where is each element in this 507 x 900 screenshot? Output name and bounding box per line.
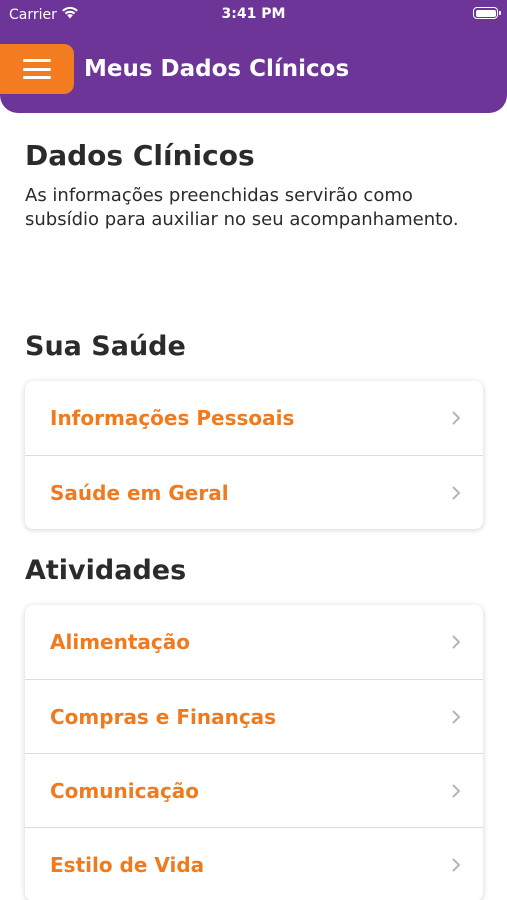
list-item-informacoes-pessoais[interactable]: Informações Pessoais xyxy=(25,381,483,455)
list-item-label: Saúde em Geral xyxy=(50,480,229,505)
list-item-alimentacao[interactable]: Alimentação xyxy=(25,605,483,679)
app-header: Meus Dados Clínicos xyxy=(0,30,507,113)
sua-saude-card: Informações Pessoais Saúde em Geral xyxy=(25,381,483,529)
list-item-saude-em-geral[interactable]: Saúde em Geral xyxy=(25,455,483,529)
battery-icon xyxy=(473,7,501,19)
chevron-right-icon xyxy=(449,411,463,425)
list-item-estilo-de-vida[interactable]: Estilo de Vida xyxy=(25,827,483,900)
section-title-sua-saude: Sua Saúde xyxy=(25,331,186,362)
status-bar: Carrier 3:41 PM xyxy=(0,0,507,30)
status-time: 3:41 PM xyxy=(221,6,286,22)
chevron-right-icon xyxy=(449,635,463,649)
hamburger-icon xyxy=(23,59,51,79)
section-title-atividades: Atividades xyxy=(25,555,187,586)
header-title: Meus Dados Clínicos xyxy=(84,56,350,82)
list-item-comunicacao[interactable]: Comunicação xyxy=(25,753,483,827)
menu-button[interactable] xyxy=(0,44,74,94)
page-title: Dados Clínicos xyxy=(25,139,255,172)
atividades-card: Alimentação Compras e Finanças Comunicaç… xyxy=(25,605,483,900)
page-description: As informações preenchidas servirão como… xyxy=(25,185,459,230)
chevron-right-icon xyxy=(449,486,463,500)
chevron-right-icon xyxy=(449,858,463,872)
chevron-right-icon xyxy=(449,784,463,798)
screen: Carrier 3:41 PM Meus Dados Clínicos Dado… xyxy=(0,0,507,900)
list-item-label: Informações Pessoais xyxy=(50,406,295,430)
list-item-compras-e-financas[interactable]: Compras e Finanças xyxy=(25,679,483,753)
list-item-label: Comunicação xyxy=(50,778,200,803)
list-item-label: Compras e Finanças xyxy=(50,704,277,729)
chevron-right-icon xyxy=(449,710,463,724)
list-item-label: Estilo de Vida xyxy=(50,852,205,877)
list-item-label: Alimentação xyxy=(50,630,190,654)
